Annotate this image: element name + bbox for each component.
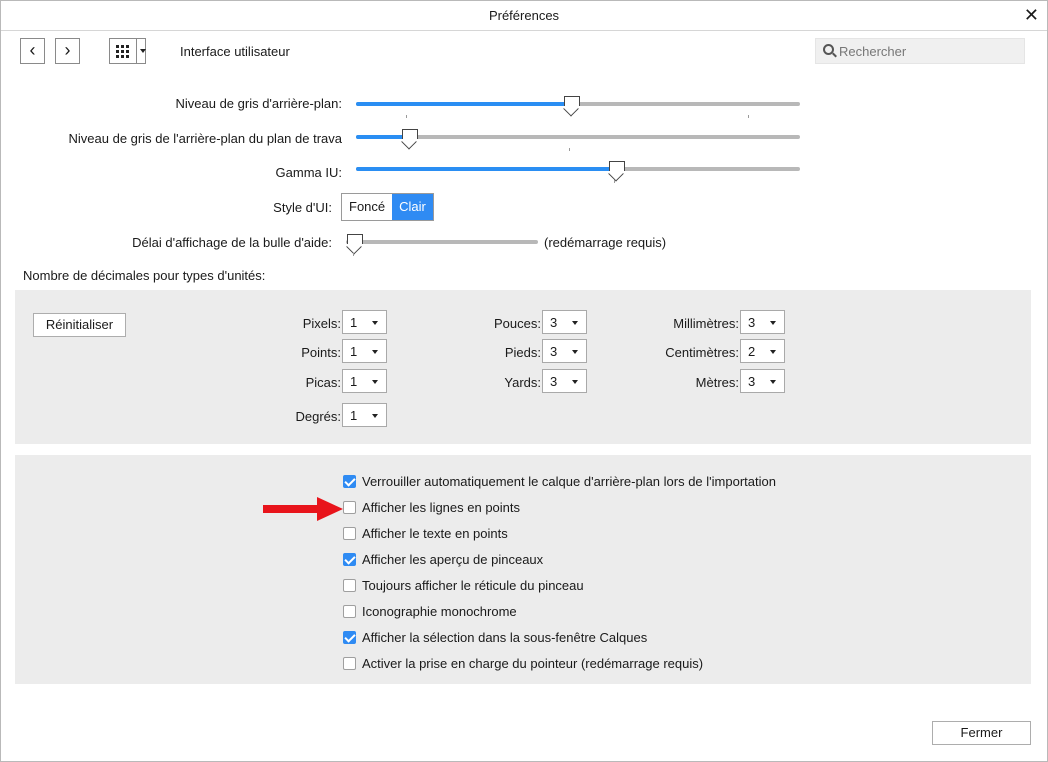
bg-gray-slider-thumb[interactable] xyxy=(564,96,580,110)
option-checkbox[interactable] xyxy=(343,553,356,566)
option-label: Afficher le texte en points xyxy=(362,526,508,541)
chevron-down-icon xyxy=(372,350,378,354)
unit-inches-select[interactable]: 3 xyxy=(542,310,587,334)
option-checkbox[interactable] xyxy=(343,579,356,592)
option-label: Afficher les aperçu de pinceaux xyxy=(362,552,544,567)
preferences-window: Préférences ✕ ‹ › Interface utilisateur … xyxy=(0,0,1048,762)
ui-style-label: Style d'UI: xyxy=(273,200,332,215)
grid-icon xyxy=(116,45,132,58)
tooltip-delay-label: Délai d'affichage de la bulle d'aide: xyxy=(132,235,332,250)
ui-gamma-slider[interactable] xyxy=(356,167,800,171)
sections-grid-button[interactable] xyxy=(109,38,146,64)
search-input[interactable]: Rechercher xyxy=(815,38,1025,64)
unit-millimeters-label: Millimètres: xyxy=(673,316,739,331)
workspace-bg-gray-slider[interactable] xyxy=(356,135,800,139)
option-label: Activer la prise en charge du pointeur (… xyxy=(362,656,704,671)
search-icon xyxy=(823,44,834,55)
unit-picas-label: Picas: xyxy=(305,375,341,390)
unit-millimeters-select[interactable]: 3 xyxy=(740,310,785,334)
unit-feet-label: Pieds: xyxy=(504,345,541,360)
unit-meters-select[interactable]: 3 xyxy=(740,369,785,393)
unit-pixels-select[interactable]: 1 xyxy=(342,310,387,334)
window-title: Préférences xyxy=(488,8,560,23)
decimals-panel: Réinitialiser Pixels: 1 Points: 1 Picas:… xyxy=(15,290,1031,444)
unit-points-select[interactable]: 1 xyxy=(342,339,387,363)
ui-style-dark-option[interactable]: Foncé xyxy=(342,194,392,220)
unit-degrees-select[interactable]: 1 xyxy=(342,403,387,427)
chevron-down-icon xyxy=(372,321,378,325)
chevron-down-icon xyxy=(140,49,146,53)
option-checkbox[interactable] xyxy=(343,475,356,488)
unit-points-label: Points: xyxy=(301,345,341,360)
chevron-down-icon xyxy=(770,321,776,325)
chevron-down-icon xyxy=(770,380,776,384)
chevron-down-icon xyxy=(372,380,378,384)
option-checkbox[interactable] xyxy=(343,657,356,670)
forward-button[interactable]: › xyxy=(55,38,80,64)
unit-centimeters-label: Centimètres: xyxy=(665,345,739,360)
workspace-bg-gray-label: Niveau de gris de l'arrière-plan du plan… xyxy=(68,131,342,146)
chevron-down-icon xyxy=(572,380,578,384)
option-label: Verrouiller automatiquement le calque d'… xyxy=(362,474,776,489)
option-label: Afficher les lignes en points xyxy=(362,500,521,515)
chevron-down-icon xyxy=(372,414,378,418)
unit-picas-select[interactable]: 1 xyxy=(342,369,387,393)
current-section-label: Interface utilisateur xyxy=(180,44,290,59)
unit-yards-label: Yards: xyxy=(504,375,541,390)
unit-meters-label: Mètres: xyxy=(695,375,739,390)
chevron-down-icon xyxy=(770,350,776,354)
option-checkbox[interactable] xyxy=(343,605,356,618)
ui-gamma-label: Gamma IU: xyxy=(275,165,342,180)
search-placeholder: Rechercher xyxy=(839,44,907,59)
option-label: Toujours afficher le réticule du pinceau xyxy=(362,578,584,593)
toolbar: ‹ › Interface utilisateur Rechercher xyxy=(1,31,1047,71)
back-button[interactable]: ‹ xyxy=(20,38,45,64)
title-bar: Préférences ✕ xyxy=(1,1,1047,31)
unit-yards-select[interactable]: 3 xyxy=(542,369,587,393)
option-label: Afficher la sélection dans la sous-fenêt… xyxy=(362,630,648,645)
option-label: Iconographie monochrome xyxy=(362,604,517,619)
chevron-down-icon xyxy=(572,350,578,354)
ui-gamma-slider-thumb[interactable] xyxy=(609,161,625,175)
chevron-down-icon xyxy=(572,321,578,325)
workspace-bg-gray-slider-thumb[interactable] xyxy=(402,129,418,143)
options-panel: Verrouiller automatiquement le calque d'… xyxy=(15,455,1031,684)
ui-style-toggle[interactable]: Foncé Clair xyxy=(341,193,434,221)
ui-style-light-option[interactable]: Clair xyxy=(392,194,433,220)
reset-button[interactable]: Réinitialiser xyxy=(33,313,126,337)
close-window-icon[interactable]: ✕ xyxy=(1024,4,1039,26)
unit-feet-select[interactable]: 3 xyxy=(542,339,587,363)
option-checkbox[interactable] xyxy=(343,501,356,514)
tooltip-delay-slider[interactable] xyxy=(346,240,538,244)
chevron-right-icon: › xyxy=(64,40,71,60)
unit-centimeters-select[interactable]: 2 xyxy=(740,339,785,363)
unit-inches-label: Pouces: xyxy=(494,316,541,331)
tooltip-delay-note: (redémarrage requis) xyxy=(544,235,667,250)
decimals-heading: Nombre de décimales pour types d'unités: xyxy=(23,268,266,283)
annotation-arrow-icon xyxy=(263,497,343,521)
unit-pixels-label: Pixels: xyxy=(302,316,341,331)
unit-degrees-label: Degrés: xyxy=(295,409,341,424)
option-checkbox[interactable] xyxy=(343,631,356,644)
chevron-left-icon: ‹ xyxy=(29,40,36,60)
bg-gray-label: Niveau de gris d'arrière-plan: xyxy=(175,96,342,111)
option-checkbox[interactable] xyxy=(343,527,356,540)
tooltip-delay-slider-thumb[interactable] xyxy=(347,234,363,248)
close-button[interactable]: Fermer xyxy=(932,721,1031,745)
